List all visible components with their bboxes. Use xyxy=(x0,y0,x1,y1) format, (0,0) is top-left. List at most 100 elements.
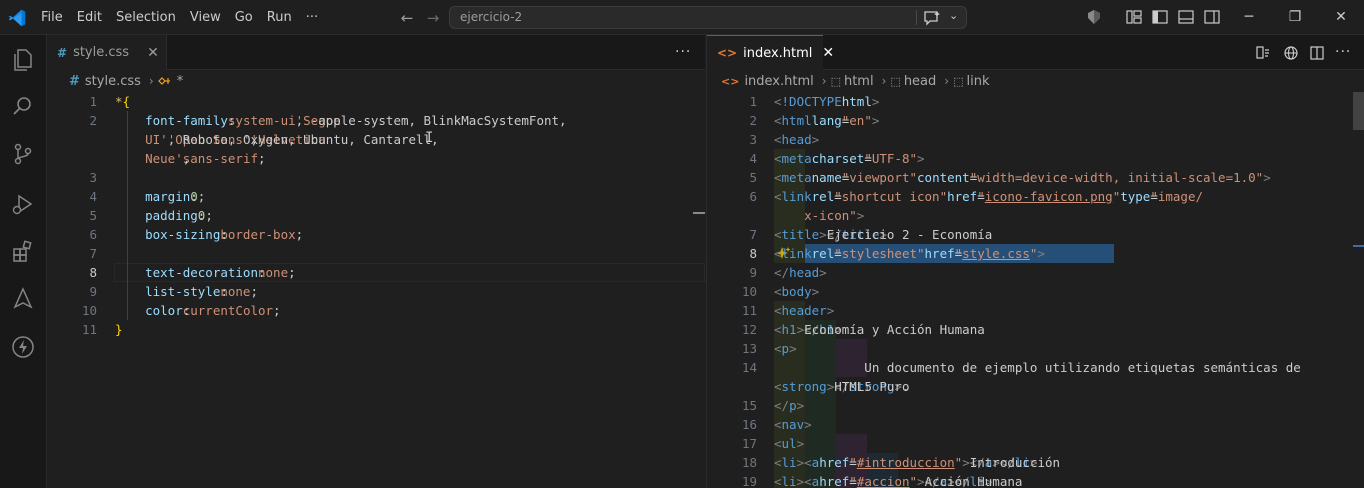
breadcrumb-file[interactable]: <> index.html xyxy=(721,74,814,89)
element-icon: ⬚ xyxy=(890,74,901,88)
line-number: 9 xyxy=(749,265,757,280)
code-line[interactable]: 6 box-sizing: border-box; xyxy=(47,225,705,244)
more-actions-button[interactable]: ··· xyxy=(675,44,691,60)
search-icon[interactable] xyxy=(9,92,37,120)
code-line[interactable]: 15 </p> xyxy=(707,396,1364,415)
code-token: Un documento de ejemplo utilizando etiqu… xyxy=(774,360,1301,375)
extensions-icon[interactable] xyxy=(9,238,37,266)
explorer-icon[interactable] xyxy=(9,45,37,73)
code-line[interactable]: 16 <nav> xyxy=(707,415,1364,434)
toggle-panel-icon[interactable] xyxy=(1177,9,1195,25)
breadcrumb-file[interactable]: # style.css xyxy=(69,74,141,89)
back-arrow-icon[interactable]: ← xyxy=(397,8,417,28)
code-token: = xyxy=(954,246,963,261)
remote-explorer-icon[interactable] xyxy=(9,285,37,313)
code-line[interactable]: 2 font-family: system-ui, -apple-system,… xyxy=(47,111,705,130)
code-token: : xyxy=(220,227,236,242)
code-line[interactable]: 10 <body> xyxy=(707,282,1364,301)
menu-run[interactable]: Run xyxy=(260,7,299,29)
close-window-button[interactable]: ✕ xyxy=(1318,0,1364,35)
customize-layout-icon[interactable] xyxy=(1125,9,1143,25)
code-token: font-family xyxy=(115,113,228,128)
close-tab-icon[interactable]: ✕ xyxy=(147,45,159,61)
line-number: 5 xyxy=(749,170,757,185)
breadcrumb-html[interactable]: ⬚ html xyxy=(831,74,874,89)
code-line[interactable]: 13 <p> xyxy=(707,339,1364,358)
code-text: <!DOCTYPE html> xyxy=(774,92,879,111)
more-actions-button[interactable]: ··· xyxy=(1335,44,1351,60)
menu-file[interactable]: File xyxy=(34,7,70,29)
menu-selection[interactable]: Selection xyxy=(109,7,183,29)
breadcrumb-head[interactable]: ⬚ head xyxy=(890,74,936,89)
thunder-client-icon[interactable] xyxy=(9,333,37,361)
breadcrumb-symbol[interactable]: * xyxy=(157,74,183,89)
accounts-shield-icon[interactable] xyxy=(1085,9,1103,25)
code-line[interactable]: 5 <meta name = "viewport" content = "width=d… xyxy=(707,168,1364,187)
copilot-chat-icon[interactable] xyxy=(922,10,942,26)
toggle-primary-sidebar-icon[interactable] xyxy=(1151,9,1169,25)
code-token: charset xyxy=(811,151,865,166)
code-line[interactable]: 1 <!DOCTYPE html> xyxy=(707,92,1364,111)
code-line[interactable]: 14 Un documento de ejemplo utilizando et… xyxy=(707,358,1364,377)
code-line[interactable]: x-icon"> xyxy=(707,206,1364,225)
code-token: ; xyxy=(250,284,258,299)
command-center[interactable]: ejercicio-2 ⌄ xyxy=(449,6,967,29)
code-line[interactable]: 5 padding: 0; xyxy=(47,206,705,225)
code-line[interactable]: 8 text-decoration: none; xyxy=(47,263,705,282)
code-line[interactable]: 19 <li><a href = "#accion"> Acción Humana </… xyxy=(707,472,1364,488)
code-line[interactable]: 11 <header> xyxy=(707,301,1364,320)
code-line[interactable]: 3 xyxy=(47,168,705,187)
code-line[interactable]: 6 <link rel = "shortcut icon" href = "icono-… xyxy=(707,187,1364,206)
code-line[interactable]: 12 <h1> Economía y Acción Humana </h1> xyxy=(707,320,1364,339)
code-editor-left[interactable]: I 1 *{2 font-family: system-ui, -apple-sy… xyxy=(47,92,705,488)
menu-more[interactable]: ··· xyxy=(299,7,325,29)
code-line[interactable]: 2 <html lang = "en"> xyxy=(707,111,1364,130)
code-line[interactable]: <strong> HTML5 Puro </strong>. xyxy=(707,377,1364,396)
code-line[interactable]: Neue', sans-serif; xyxy=(47,149,705,168)
line-number: 18 xyxy=(741,455,757,470)
restore-button[interactable]: ❐ xyxy=(1272,0,1318,35)
code-token: content xyxy=(917,170,970,185)
menu-go[interactable]: Go xyxy=(228,7,260,29)
code-token: = xyxy=(841,170,850,185)
code-line[interactable]: 9 list-style: none; xyxy=(47,282,705,301)
code-token: < xyxy=(774,284,782,299)
code-line[interactable]: 11} xyxy=(47,320,705,339)
line-number: 19 xyxy=(741,474,757,488)
code-token: html xyxy=(781,113,812,128)
tab-index-html[interactable]: <> index.html ✕ xyxy=(707,35,834,70)
close-tab-icon[interactable]: ✕ xyxy=(822,45,834,61)
open-preview-icon[interactable] xyxy=(1255,45,1271,61)
code-line[interactable]: UI', Roboto, Oxygen, Ubuntu, Cantarell, … xyxy=(47,130,705,149)
code-editor-right[interactable]: 1 <!DOCTYPE html> 2 <html lang = "en"> 3 <head>… xyxy=(707,92,1364,488)
code-line[interactable]: 18 <li><a href = "#introduccion"> Introducc… xyxy=(707,453,1364,472)
menu-view[interactable]: View xyxy=(183,7,228,29)
tab-style-css[interactable]: # style.css ✕ xyxy=(47,35,167,70)
code-text: </head> xyxy=(774,263,827,282)
code-line[interactable]: 17 <ul> xyxy=(707,434,1364,453)
code-line[interactable]: 4 margin:0; xyxy=(47,187,705,206)
code-token: ; xyxy=(273,303,281,318)
minimize-button[interactable]: ─ xyxy=(1226,0,1272,35)
code-line[interactable]: 3 <head> xyxy=(707,130,1364,149)
chevron-down-icon[interactable]: ⌄ xyxy=(949,9,958,22)
code-line[interactable]: 7 <title> Ejercicio 2 - Economía </title> xyxy=(707,225,1364,244)
code-line[interactable]: 4 <meta charset = "UTF-8"> xyxy=(707,149,1364,168)
menu-edit[interactable]: Edit xyxy=(70,7,109,29)
source-control-icon[interactable] xyxy=(9,140,37,168)
code-token: , Roboto, Oxygen, Ubuntu, Cantarell, xyxy=(167,132,447,147)
forward-arrow-icon[interactable]: → xyxy=(423,8,443,28)
code-line[interactable]: 10 color: currentColor; xyxy=(47,301,705,320)
run-debug-icon[interactable] xyxy=(9,190,37,218)
code-line[interactable]: 9 </head> xyxy=(707,263,1364,282)
breadcrumb-link[interactable]: ⬚ link xyxy=(953,74,989,89)
code-line[interactable]: 7 xyxy=(47,244,705,263)
globe-icon[interactable] xyxy=(1283,45,1299,61)
split-editor-icon[interactable] xyxy=(1309,45,1325,61)
code-line[interactable]: 8 <link rel = "stylesheet" href = "style.css… xyxy=(707,244,1364,263)
code-text: Neue', sans-serif; xyxy=(115,149,265,168)
code-line[interactable]: 1 *{ xyxy=(47,92,705,111)
toggle-secondary-sidebar-icon[interactable] xyxy=(1203,9,1221,25)
